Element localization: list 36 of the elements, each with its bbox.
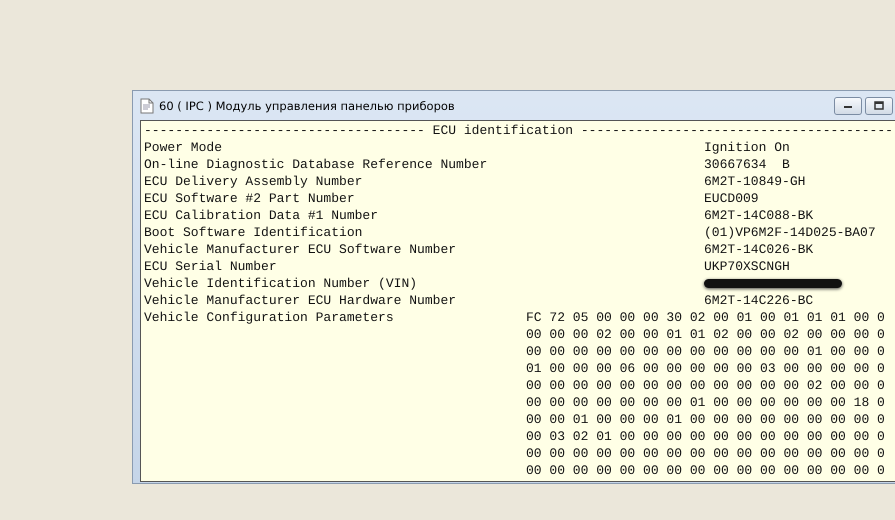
field-label: Vehicle Configuration Parameters <box>144 309 395 327</box>
field-label: Power Mode <box>144 139 224 156</box>
field-value: Ignition On <box>704 139 790 156</box>
hex-line: FC 72 05 00 00 00 30 02 00 01 00 01 01 01 00 0 <box>526 309 885 326</box>
maximize-icon <box>874 101 884 110</box>
field-label: ECU Calibration Data #1 Number <box>144 207 380 224</box>
field-label: ECU Serial Number <box>144 258 278 275</box>
field-label: ECU Delivery Assembly Number <box>144 173 364 190</box>
field-value: UKP70XSCNGH <box>704 258 790 275</box>
field-value: EUCD009 <box>704 190 759 207</box>
minimize-button[interactable] <box>834 96 862 114</box>
hex-line: 00 00 00 02 00 00 01 01 02 00 00 02 00 00 00 0 <box>526 326 885 343</box>
field-value: 6M2T-14C026-BK <box>704 241 814 258</box>
hex-line: 00 00 01 00 00 00 01 00 00 00 00 00 00 00 00 0 <box>526 411 885 428</box>
hex-line: 00 00 00 00 00 00 00 00 00 00 00 00 02 00 00 0 <box>526 377 885 394</box>
field-value: 6M2T-14C088-BK <box>704 207 814 224</box>
document-icon <box>140 98 154 114</box>
field-value: 6M2T-10849-GH <box>704 173 806 190</box>
maximize-button[interactable] <box>865 96 893 114</box>
field-label: On-line Diagnostic Database Reference Number <box>144 156 488 173</box>
field-label: Vehicle Manufacturer ECU Hardware Number <box>144 292 458 309</box>
hex-line: 00 00 00 00 00 00 00 00 00 00 00 00 00 00 00 0 <box>526 462 885 479</box>
hex-line: 01 00 00 00 06 00 00 00 00 00 03 00 00 00 00 0 <box>526 360 885 377</box>
field-value: 30667634 B <box>704 156 790 173</box>
hex-line: 00 00 00 00 00 00 00 01 00 00 00 00 00 00 18 0 <box>526 394 885 411</box>
section-header: ------------------------------------ ECU identification ---------------------------------------- <box>144 122 894 139</box>
field-label: Vehicle Identification Number (VIN) <box>144 275 418 292</box>
hex-line: 00 00 00 00 00 00 00 00 00 00 00 00 01 00 00 0 <box>526 343 885 360</box>
field-value: (01)VP6M2F-14D025-BA07 <box>704 224 876 241</box>
field-label: ECU Software #2 Part Number <box>144 190 356 207</box>
hex-line: 00 00 00 00 00 00 00 00 00 00 00 00 00 00 00 0 <box>526 445 885 462</box>
field-label: Vehicle Manufacturer ECU Software Number <box>144 241 458 258</box>
field-value: 6M2T-14C226-BC <box>704 292 814 309</box>
field-label: Boot Software Identification <box>144 224 364 241</box>
window-title: 60 ( IPC ) Модуль управления панелью приборов <box>159 98 455 112</box>
hex-line: 00 03 02 01 00 00 00 00 00 00 00 00 00 00 00 0 <box>526 428 885 445</box>
